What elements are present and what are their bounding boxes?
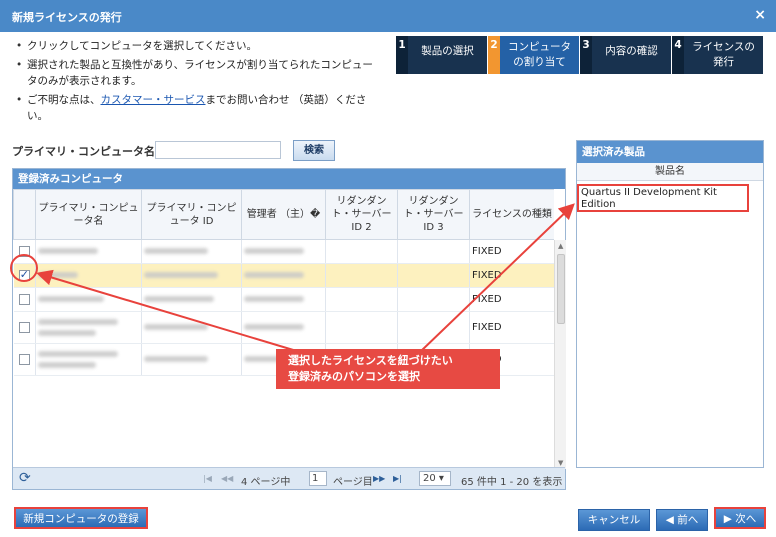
redacted-text	[38, 318, 118, 325]
callout-line: 登録済みのパソコンを選択	[288, 370, 420, 383]
step-select-product: 1 製品の選択	[396, 36, 487, 74]
redacted-text	[244, 272, 304, 278]
column-header[interactable]: 管理者 （主）�	[241, 189, 326, 240]
step-number: 2	[488, 36, 500, 74]
next-page-icon[interactable]: ▶▶	[373, 474, 385, 483]
panel-header: 選択済み製品	[577, 141, 763, 163]
redacted-text	[38, 248, 98, 254]
redacted-text	[244, 296, 304, 302]
license-type: FIXED	[469, 311, 554, 344]
row-checkbox[interactable]	[18, 321, 30, 333]
panel-header: 登録済みコンピュータ	[13, 169, 565, 189]
column-header[interactable]: ライセンスの種類	[469, 189, 554, 240]
table-header-row: プライマリ・コンピュータ名 プライマリ・コンピュータ ID 管理者 （主）� リ…	[13, 189, 554, 240]
scrollbar-thumb[interactable]	[557, 254, 565, 324]
step-issue-license: 4 ライセンスの発行	[672, 36, 763, 74]
prev-button[interactable]: ◀ 前へ	[656, 509, 708, 531]
vertical-scrollbar[interactable]: ▲ ▼	[554, 240, 566, 469]
selected-products-panel: 選択済み製品 製品名 Quartus II Development Kit Ed…	[576, 140, 764, 468]
column-header[interactable]: リダンダント・サーバー ID 3	[397, 189, 470, 240]
redacted-text	[144, 356, 208, 362]
redacted-text	[38, 329, 96, 336]
step-label: ライセンスの発行	[692, 41, 755, 68]
search-button[interactable]: 検索	[293, 140, 335, 161]
redacted-text	[144, 296, 214, 302]
redacted-text	[244, 324, 304, 330]
license-type: FIXED	[469, 287, 554, 312]
step-number: 3	[580, 36, 592, 74]
page-count-label: 4 ページ中	[241, 477, 291, 488]
primary-computer-label: プライマリ・コンピュータ名	[12, 145, 155, 158]
record-summary: 65 件中 1 - 20 を表示	[461, 477, 563, 488]
license-type: FIXED	[469, 263, 554, 288]
redacted-text	[38, 361, 96, 368]
column-header[interactable]: プライマリ・コンピュータ名	[35, 189, 142, 240]
dialog-titlebar: 新規ライセンスの発行 ×	[0, 0, 776, 32]
cancel-button[interactable]: キャンセル	[578, 509, 650, 531]
instruction-item: 選択された製品と互換性があり、ライセンスが割り当てられたコンピュータのみが表示さ…	[16, 57, 376, 89]
page-number-input[interactable]: 1	[309, 471, 327, 486]
row-checkbox[interactable]	[18, 268, 30, 281]
pagination-bar: ⟳ |◀ ◀◀ 4 ページ中 1 ページ目 ▶▶ ▶| 20 ▾ 65 件中 1…	[13, 467, 565, 489]
refresh-icon[interactable]: ⟳	[19, 470, 31, 486]
redacted-text	[38, 272, 78, 278]
redacted-text	[38, 350, 118, 357]
primary-computer-input[interactable]	[155, 141, 281, 159]
annotation-callout: 選択したライセンスを紐づけたい 登録済みのパソコンを選択	[276, 349, 500, 389]
next-button[interactable]: ▶ 次へ	[714, 507, 766, 529]
table-row[interactable]: FIXED	[13, 311, 554, 344]
step-assign-computer: 2 コンピュータの割り当て	[488, 36, 579, 74]
column-header: 製品名	[577, 163, 763, 181]
callout-line: 選択したライセンスを紐づけたい	[288, 354, 453, 367]
scroll-down-icon[interactable]: ▼	[558, 459, 563, 467]
prev-page-icon[interactable]: ◀◀	[221, 474, 233, 483]
row-checkbox[interactable]	[18, 293, 30, 305]
selected-product-item[interactable]: Quartus II Development Kit Edition	[577, 184, 749, 212]
wizard-steps: 1 製品の選択 2 コンピュータの割り当て 3 内容の確認 4 ライセンスの発行	[396, 36, 764, 74]
redacted-text	[144, 324, 208, 330]
table-row[interactable]: FIXED	[13, 239, 554, 264]
first-page-icon[interactable]: |◀	[203, 474, 212, 483]
step-number: 1	[396, 36, 408, 74]
close-icon[interactable]: ×	[754, 7, 766, 23]
instruction-item: クリックしてコンピュータを選択してください。	[16, 38, 376, 54]
table-row[interactable]: FIXED	[13, 287, 554, 312]
row-checkbox[interactable]	[18, 245, 30, 257]
step-label: 製品の選択	[421, 45, 474, 57]
chevron-down-icon: ▾	[438, 473, 444, 484]
row-checkbox[interactable]	[18, 353, 30, 365]
page-suffix-label: ページ目	[333, 477, 373, 488]
redacted-text	[244, 248, 304, 254]
step-number: 4	[672, 36, 684, 74]
column-header[interactable]: リダンダント・サーバー ID 2	[325, 189, 398, 240]
last-page-icon[interactable]: ▶|	[393, 474, 402, 483]
step-label: 内容の確認	[605, 45, 658, 57]
redacted-text	[38, 296, 104, 302]
scroll-up-icon[interactable]: ▲	[558, 242, 563, 250]
page-size-select[interactable]: 20 ▾	[419, 471, 451, 486]
table-row-selected[interactable]: FIXED	[13, 263, 554, 288]
registered-computers-table: プライマリ・コンピュータ名 プライマリ・コンピュータ ID 管理者 （主）� リ…	[13, 189, 554, 376]
instructions: クリックしてコンピュータを選択してください。 選択された製品と互換性があり、ライ…	[16, 38, 376, 127]
column-header-select	[13, 189, 36, 240]
dialog-title: 新規ライセンスの発行	[12, 11, 122, 24]
license-type: FIXED	[469, 239, 554, 264]
instruction-item: ご不明な点は、カスタマー・サービスまでお問い合わせ （英語）ください。	[16, 92, 376, 124]
step-confirm: 3 内容の確認	[580, 36, 671, 74]
customer-service-link[interactable]: カスタマー・サービス	[101, 94, 206, 106]
register-new-computer-button[interactable]: 新規コンピュータの登録	[14, 507, 148, 529]
column-header[interactable]: プライマリ・コンピュータ ID	[141, 189, 242, 240]
registered-computers-panel: 登録済みコンピュータ プライマリ・コンピュータ名 プライマリ・コンピュータ ID…	[12, 168, 566, 490]
step-label: コンピュータの割り当て	[508, 41, 571, 68]
redacted-text	[144, 272, 218, 278]
redacted-text	[144, 248, 208, 254]
